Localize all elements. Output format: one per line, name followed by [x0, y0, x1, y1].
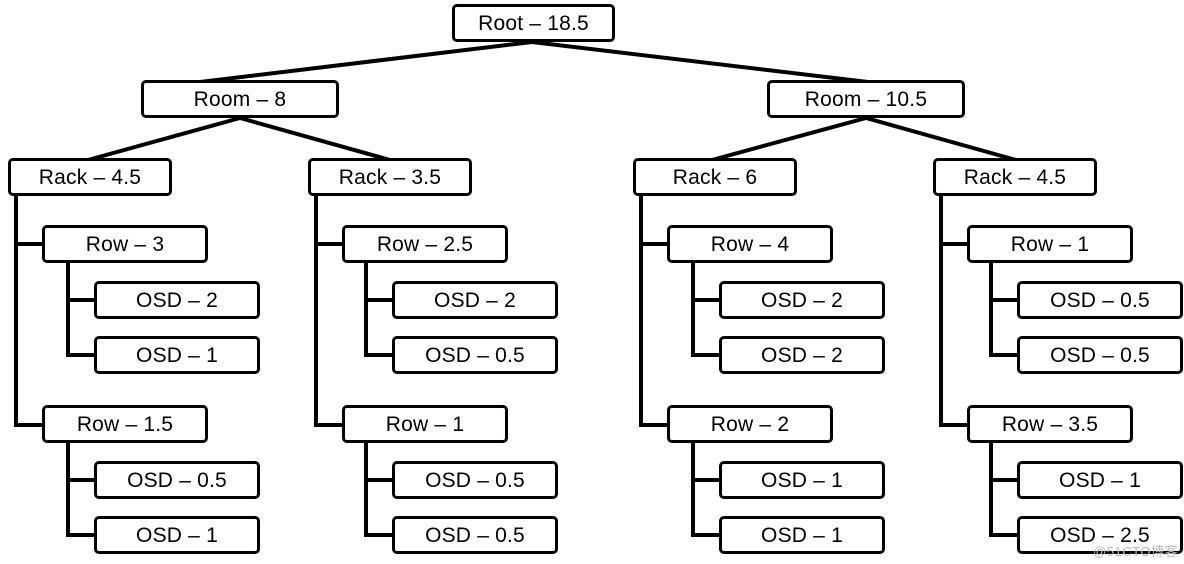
node-osd-2a2[interactable]: OSD – 0.5	[392, 336, 558, 374]
node-row-2b-label: Row – 1	[385, 412, 465, 436]
node-row-4a[interactable]: Row – 1	[967, 225, 1133, 263]
node-osd-1b2-label: OSD – 1	[136, 523, 218, 547]
node-room-left[interactable]: Room – 8	[141, 80, 339, 118]
node-osd-3a2-label: OSD – 2	[761, 343, 843, 367]
node-rack-3[interactable]: Rack – 6	[633, 158, 797, 196]
node-row-1b-label: Row – 1.5	[76, 412, 174, 436]
node-row-2a-label: Row – 2.5	[376, 232, 474, 256]
node-room-right-label: Room – 10.5	[804, 87, 928, 111]
node-osd-3b1[interactable]: OSD – 1	[719, 461, 885, 499]
node-rack-1-label: Rack – 4.5	[38, 165, 142, 189]
node-osd-3a2[interactable]: OSD – 2	[719, 336, 885, 374]
node-osd-1b2[interactable]: OSD – 1	[94, 516, 260, 554]
node-osd-2a2-label: OSD – 0.5	[425, 343, 525, 367]
node-rack-4[interactable]: Rack – 4.5	[933, 158, 1097, 196]
node-rack-1[interactable]: Rack – 4.5	[8, 158, 172, 196]
node-osd-4b1[interactable]: OSD – 1	[1017, 461, 1183, 499]
node-osd-3b2-label: OSD – 1	[761, 523, 843, 547]
node-osd-2a1[interactable]: OSD – 2	[392, 281, 558, 319]
node-root[interactable]: Root – 18.5	[452, 4, 615, 42]
node-row-4b[interactable]: Row – 3.5	[967, 405, 1133, 443]
node-osd-4b1-label: OSD – 1	[1059, 468, 1141, 492]
node-rack-2-label: Rack – 3.5	[338, 165, 442, 189]
watermark-label: @51CTO博客	[1093, 544, 1178, 559]
node-rack-3-label: Rack – 6	[672, 165, 758, 189]
node-row-3b-label: Row – 2	[710, 412, 790, 436]
node-row-3a[interactable]: Row – 4	[667, 225, 833, 263]
node-row-1a-label: Row – 3	[85, 232, 165, 256]
node-osd-1b1[interactable]: OSD – 0.5	[94, 461, 260, 499]
node-rack-4-label: Rack – 4.5	[963, 165, 1067, 189]
node-osd-4a2-label: OSD – 0.5	[1050, 343, 1150, 367]
node-osd-2b1[interactable]: OSD – 0.5	[392, 461, 558, 499]
node-osd-2b2-label: OSD – 0.5	[425, 523, 525, 547]
node-osd-1b1-label: OSD – 0.5	[127, 468, 227, 492]
node-osd-4a2[interactable]: OSD – 0.5	[1017, 336, 1183, 374]
node-root-label: Root – 18.5	[478, 11, 589, 35]
node-room-right[interactable]: Room – 10.5	[767, 80, 965, 118]
node-osd-2a1-label: OSD – 2	[434, 288, 516, 312]
node-room-left-label: Room – 8	[193, 87, 287, 111]
node-row-4a-label: Row – 1	[1010, 232, 1090, 256]
node-osd-4a1[interactable]: OSD – 0.5	[1017, 281, 1183, 319]
node-osd-2b1-label: OSD – 0.5	[425, 468, 525, 492]
node-row-1a[interactable]: Row – 3	[42, 225, 208, 263]
node-osd-3b2[interactable]: OSD – 1	[719, 516, 885, 554]
node-osd-1a2-label: OSD – 1	[136, 343, 218, 367]
node-osd-3b1-label: OSD – 1	[761, 468, 843, 492]
node-osd-1a2[interactable]: OSD – 1	[94, 336, 260, 374]
node-osd-1a1[interactable]: OSD – 2	[94, 281, 260, 319]
node-row-2a[interactable]: Row – 2.5	[342, 225, 508, 263]
node-rack-2[interactable]: Rack – 3.5	[308, 158, 472, 196]
node-osd-4a1-label: OSD – 0.5	[1050, 288, 1150, 312]
node-row-3b[interactable]: Row – 2	[667, 405, 833, 443]
node-osd-3a1[interactable]: OSD – 2	[719, 281, 885, 319]
crush-map-tree-diagram: Root – 18.5 Room – 8 Room – 10.5 Rack – …	[0, 0, 1184, 564]
node-osd-1a1-label: OSD – 2	[136, 288, 218, 312]
node-row-3a-label: Row – 4	[710, 232, 790, 256]
node-osd-2b2[interactable]: OSD – 0.5	[392, 516, 558, 554]
node-osd-3a1-label: OSD – 2	[761, 288, 843, 312]
node-row-4b-label: Row – 3.5	[1001, 412, 1099, 436]
node-row-1b[interactable]: Row – 1.5	[42, 405, 208, 443]
node-row-2b[interactable]: Row – 1	[342, 405, 508, 443]
